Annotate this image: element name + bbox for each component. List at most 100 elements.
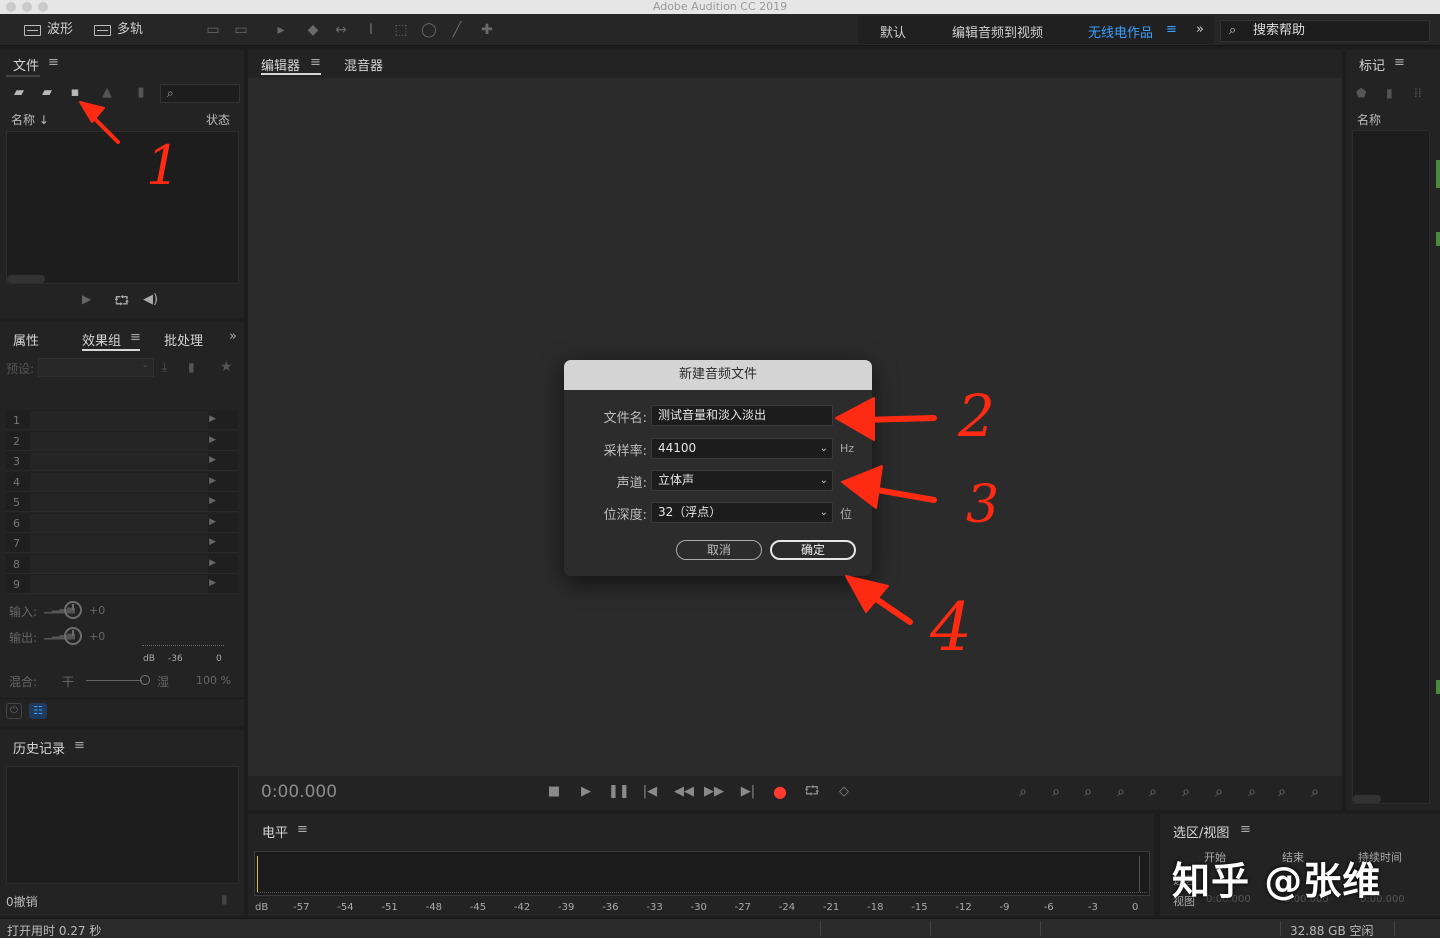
rack-slot-field[interactable]	[30, 452, 208, 470]
selection-view-menu-icon[interactable]: ≡	[1240, 822, 1251, 837]
zoom-selection-icon[interactable]: ⌕	[1242, 782, 1262, 802]
workspace-menu-icon[interactable]: ≡	[1166, 22, 1177, 37]
new-file-icon[interactable]: ▪	[66, 86, 84, 100]
import-file-icon[interactable]: ▰	[38, 86, 56, 100]
merge-marker-icon[interactable]: ⁞⁞	[1414, 86, 1422, 100]
effects-rack-slot[interactable]: 3 ▶	[6, 451, 238, 471]
window-close-button[interactable]	[6, 2, 16, 12]
healing-brush-icon[interactable]: ✚	[478, 22, 496, 38]
loop-playback-icon[interactable]: ⮔	[802, 782, 822, 802]
window-minimize-button[interactable]	[22, 2, 32, 12]
slip-tool-icon[interactable]: ↔	[332, 22, 350, 38]
mix-slider-handle[interactable]	[140, 675, 150, 685]
open-file-icon[interactable]: ▰	[10, 86, 28, 100]
zoom-in-point-icon[interactable]: ⌕	[1176, 782, 1196, 802]
tab-effects-rack[interactable]: 效果组	[82, 330, 121, 349]
rack-slot-field[interactable]	[30, 513, 208, 532]
history-list[interactable]	[6, 766, 239, 884]
output-level-knob[interactable]	[64, 627, 82, 645]
effects-rack-slot[interactable]: 9 ▶	[6, 574, 238, 594]
effects-panel-menu-icon[interactable]: ≡	[130, 330, 141, 345]
zoom-out-amplitude-icon[interactable]: ⌕	[1046, 782, 1066, 802]
rack-slot-field[interactable]	[30, 472, 208, 491]
add-marker-icon[interactable]: ⬟	[1356, 86, 1366, 100]
rack-list-icon[interactable]: ☷	[29, 703, 47, 719]
cancel-button[interactable]: 取消	[676, 540, 762, 560]
zoom-out-point-icon[interactable]: ⌕	[1209, 782, 1229, 802]
spectral-display-icon[interactable]: ▭	[204, 22, 222, 38]
history-delete-icon[interactable]: ▮	[221, 892, 228, 906]
rack-slot-field[interactable]	[30, 493, 208, 511]
input-level-knob[interactable]	[64, 601, 82, 619]
bitdepth-select[interactable]: 32（浮点） ⌄	[651, 502, 833, 523]
zoom-fit-icon[interactable]: ⌕	[1305, 782, 1325, 802]
rack-slot-field[interactable]	[30, 554, 208, 573]
effects-rack-slot[interactable]: 4 ▶	[6, 471, 238, 492]
files-column-name[interactable]: 名称 ↓	[11, 111, 49, 128]
zoom-full-icon[interactable]: ⌕	[1143, 782, 1163, 802]
insert-into-multitrack-icon[interactable]: ▲	[98, 86, 116, 100]
rack-slot-arrow-icon[interactable]: ▶	[209, 496, 216, 506]
channels-select[interactable]: 立体声 ⌄	[651, 470, 833, 491]
time-selection-tool-icon[interactable]: I	[362, 22, 380, 38]
markers-menu-icon[interactable]: ≡	[1394, 55, 1405, 70]
next-icon[interactable]: ▶|	[738, 782, 758, 802]
window-zoom-button[interactable]	[38, 2, 48, 12]
rack-slot-arrow-icon[interactable]: ▶	[209, 537, 216, 547]
fast-forward-icon[interactable]: ▶▶	[704, 782, 724, 802]
rack-slot-arrow-icon[interactable]: ▶	[209, 517, 216, 527]
loop-preview-icon[interactable]: ⮔	[114, 292, 129, 314]
skip-selection-icon[interactable]: ◇	[834, 782, 854, 802]
rack-slot-field[interactable]	[30, 534, 208, 552]
delete-file-icon[interactable]: ▮	[132, 86, 150, 100]
rack-power-icon[interactable]: ⏻	[6, 703, 22, 719]
effects-rack-slot[interactable]: 6 ▶	[6, 512, 238, 533]
effects-rack-slot[interactable]: 7 ▶	[6, 533, 238, 553]
favorite-star-icon[interactable]: ★	[220, 359, 233, 375]
stop-icon[interactable]: ■	[544, 782, 564, 802]
rack-slot-arrow-icon[interactable]: ▶	[209, 558, 216, 568]
filename-input[interactable]: 测试音量和淡入淡出	[651, 405, 833, 426]
rack-slot-arrow-icon[interactable]: ▶	[209, 578, 216, 588]
effects-rack-slot[interactable]: 5 ▶	[6, 492, 238, 512]
save-preset-icon[interactable]: ⤓	[162, 360, 167, 375]
rack-slot-arrow-icon[interactable]: ▶	[209, 476, 216, 486]
move-tool-icon[interactable]: ▸	[272, 22, 290, 38]
tab-mixer[interactable]: 混音器	[344, 55, 383, 74]
tab-editor[interactable]: 编辑器	[261, 55, 300, 74]
rack-slot-field[interactable]	[30, 431, 208, 450]
rack-slot-field[interactable]	[30, 411, 208, 429]
editor-menu-icon[interactable]: ≡	[310, 55, 321, 70]
rack-slot-arrow-icon[interactable]: ▶	[209, 435, 216, 445]
zoom-in-time-icon[interactable]: ⌕	[1078, 782, 1098, 802]
zoom-out-time-icon[interactable]: ⌕	[1111, 782, 1131, 802]
delete-preset-icon[interactable]: ▮	[188, 360, 195, 374]
lasso-tool-icon[interactable]: ◯	[420, 22, 438, 38]
workspace-default[interactable]: 默认	[880, 22, 906, 41]
rack-slot-field[interactable]	[30, 575, 208, 593]
effects-rack-slot[interactable]: 8 ▶	[6, 553, 238, 574]
autoplay-icon[interactable]: ◀)	[143, 292, 158, 307]
workspace-overflow-icon[interactable]: »	[1196, 22, 1204, 37]
files-list[interactable]	[6, 131, 239, 284]
files-list-scrollbar[interactable]	[7, 275, 45, 283]
history-panel-menu-icon[interactable]: ≡	[74, 738, 85, 753]
zoom-in-amplitude-icon[interactable]: ⌕	[1013, 782, 1033, 802]
mix-slider-track[interactable]	[86, 680, 142, 681]
play-icon[interactable]: ▶	[576, 782, 596, 802]
files-column-status[interactable]: 状态	[206, 111, 230, 128]
marquee-tool-icon[interactable]: ⬚	[392, 22, 410, 38]
files-panel-menu-icon[interactable]: ≡	[48, 55, 59, 70]
effects-overflow-icon[interactable]: »	[229, 329, 237, 344]
effects-rack-slot[interactable]: 2 ▶	[6, 430, 238, 451]
markers-list-scrollbar[interactable]	[1353, 795, 1381, 803]
markers-column-name[interactable]: 名称	[1357, 111, 1381, 128]
delete-marker-icon[interactable]: ▮	[1386, 86, 1393, 100]
brush-tool-icon[interactable]: ╱	[448, 22, 466, 38]
multitrack-view-button[interactable]: 多轨	[94, 20, 143, 40]
workspace-radio-production[interactable]: 无线电作品	[1088, 22, 1153, 41]
markers-list[interactable]	[1352, 130, 1430, 804]
record-icon[interactable]: ●	[770, 782, 790, 802]
levels-menu-icon[interactable]: ≡	[297, 822, 308, 837]
ok-button[interactable]: 确定	[770, 540, 856, 560]
